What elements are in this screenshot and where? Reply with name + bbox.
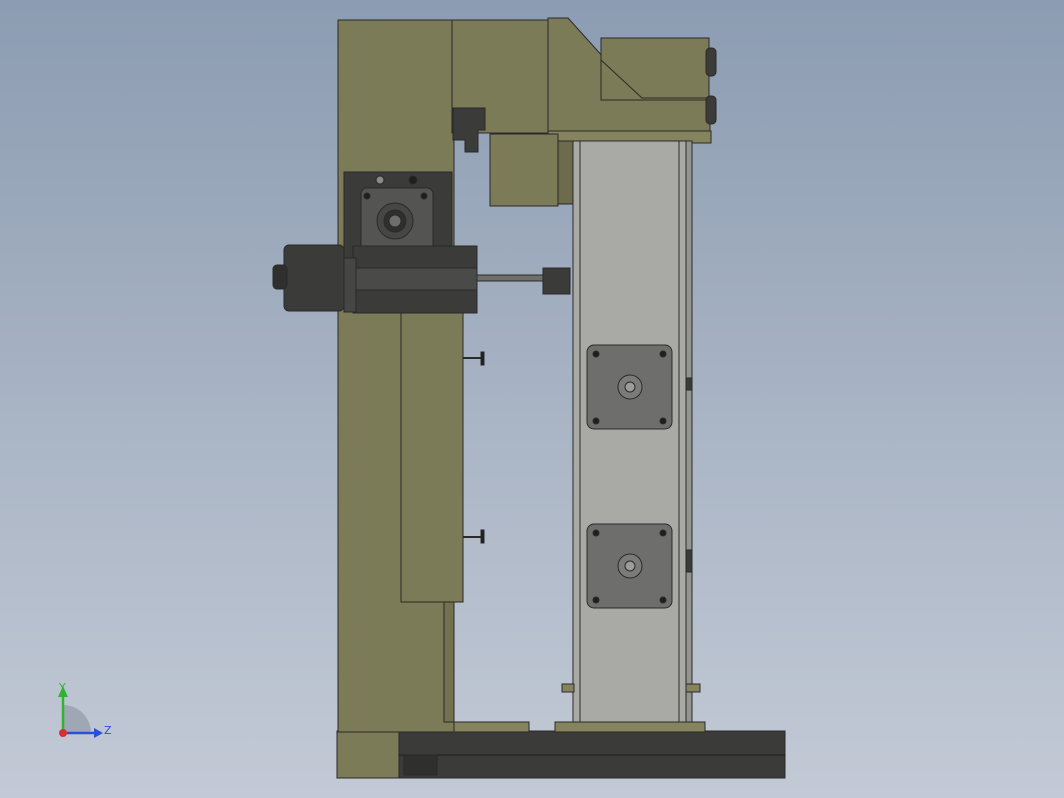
- right-column: [572, 140, 687, 723]
- lead-screw: [476, 274, 544, 282]
- handle-upper: [480, 351, 485, 366]
- side-motor-cap: [272, 264, 288, 290]
- screw-nut: [542, 267, 571, 295]
- cad-viewport[interactable]: Y Z: [0, 0, 1064, 798]
- clamp-jaw: [452, 107, 486, 153]
- triad-plane-quadrant: [63, 705, 91, 733]
- base-block-left: [336, 730, 402, 779]
- view-orientation-triad[interactable]: Y Z: [58, 681, 112, 738]
- column-foot: [554, 721, 706, 733]
- column-ring-right: [685, 683, 701, 693]
- side-motor-body: [283, 244, 345, 312]
- knob-top: [705, 47, 717, 77]
- z-axis-label: Z: [104, 724, 112, 737]
- machine-assembly: [272, 17, 786, 779]
- column-ring-left: [561, 683, 575, 693]
- upright-inner-plate: [400, 311, 464, 603]
- z-axis-arrow-icon: [94, 728, 103, 738]
- x-axis-dot-icon: [59, 729, 67, 737]
- head-top-block: [600, 37, 710, 101]
- knob-bottom: [705, 95, 717, 125]
- y-axis-label: Y: [58, 681, 66, 694]
- head-adapter: [489, 133, 559, 207]
- handle-lower: [480, 529, 485, 544]
